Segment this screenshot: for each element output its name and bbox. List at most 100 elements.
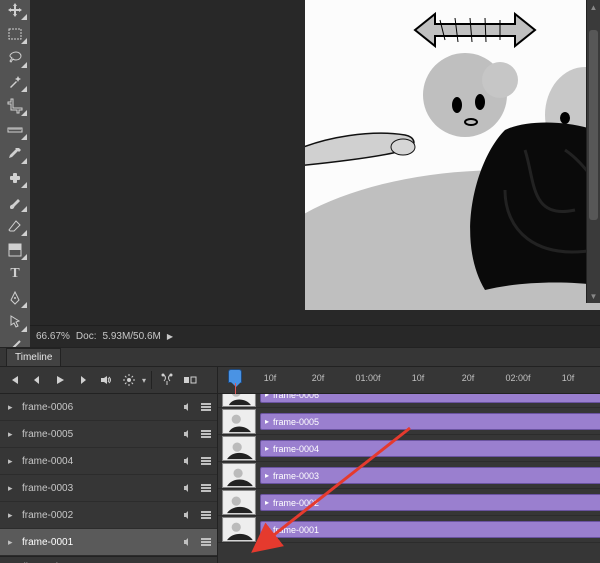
timeline-clip[interactable]: ▸ frame-0004	[260, 440, 600, 457]
layer-row[interactable]: ▸ frame-0005	[0, 421, 217, 448]
transition-button[interactable]	[180, 370, 200, 390]
direct-select-tool[interactable]	[5, 314, 25, 330]
canvas-viewport[interactable]: ▲ ▼	[30, 0, 600, 325]
type-tool[interactable]: T	[5, 266, 25, 282]
ruler-tick: 20f	[312, 373, 325, 383]
settings-button[interactable]	[119, 370, 139, 390]
wand-tool[interactable]	[5, 74, 25, 90]
layer-name: frame-0002	[22, 510, 177, 521]
lasso-tool[interactable]	[5, 50, 25, 66]
chevron-right-icon[interactable]: ▸	[8, 429, 18, 440]
playhead[interactable]	[228, 369, 242, 383]
layer-name: frame-0003	[22, 483, 177, 494]
audio-icon[interactable]	[181, 427, 195, 441]
time-ruler[interactable]: 10f 20f 01:00f 10f 20f 02:00f 10f 20f	[218, 367, 600, 393]
timeline-clip[interactable]: ▸ frame-0003	[260, 467, 600, 484]
clip-thumbnail	[222, 409, 256, 434]
clip-thumbnail	[222, 517, 256, 542]
clip-thumbnail	[222, 490, 256, 515]
clip-thumbnail	[222, 436, 256, 461]
layer-menu-icon[interactable]	[199, 427, 213, 441]
timeline-clip[interactable]: ▸frame-0002	[260, 494, 600, 511]
move-tool[interactable]	[5, 2, 25, 18]
layer-row[interactable]: ▸ frame-0006	[0, 394, 217, 421]
prev-frame-button[interactable]	[27, 370, 47, 390]
timeline-panel: Timeline ▾ 10f 20f 01:00f 10f	[0, 347, 600, 563]
timeline-clip[interactable]: ▸ frame-0005	[260, 413, 600, 430]
timeline-tracks[interactable]: ▸frame-0006 ▸frame-0005 ▸frame-0004 ▸fra…	[218, 394, 600, 563]
chevron-down-icon[interactable]: ▾	[142, 376, 146, 385]
layer-row[interactable]: ▸ frame-0001	[0, 529, 217, 556]
timeline-controls: ▾ 10f 20f 01:00f 10f 20f 02:00f 10f 20f	[0, 366, 600, 394]
chevron-right-icon[interactable]: ▸	[8, 456, 18, 467]
layer-menu-icon[interactable]	[199, 535, 213, 549]
clip-label: frame-0004	[273, 444, 319, 454]
zoom-level[interactable]: 66.67%	[36, 331, 70, 342]
chevron-right-icon[interactable]: ▸	[8, 483, 18, 494]
clip-thumbnail	[222, 394, 256, 407]
marquee-tool[interactable]	[5, 26, 25, 42]
artwork	[305, 0, 600, 310]
layer-name: frame-0006	[22, 402, 177, 413]
layer-row[interactable]: ▸ frame-0003	[0, 475, 217, 502]
chevron-right-icon[interactable]: ▸	[8, 537, 18, 548]
layer-name: frame-0004	[22, 456, 177, 467]
clip-label: frame-0003	[273, 471, 319, 481]
fill-tool[interactable]	[5, 242, 25, 258]
eraser-tool[interactable]	[5, 218, 25, 234]
timeline-layer-list: ▸ frame-0006 ▸ frame-0005 ▸ frame-0004	[0, 394, 218, 563]
clip-label: frame-0005	[273, 417, 319, 427]
eyedropper-tool[interactable]	[5, 146, 25, 162]
layer-row[interactable]: ▸ frame-0002	[0, 502, 217, 529]
brush-tool[interactable]	[5, 194, 25, 210]
doc-size: 5.93M/50.6M	[102, 331, 160, 342]
layer-menu-icon[interactable]	[199, 400, 213, 414]
clip-label: frame-0002	[273, 498, 319, 508]
next-frame-button[interactable]	[73, 370, 93, 390]
split-button[interactable]	[157, 370, 177, 390]
layer-menu-icon[interactable]	[199, 481, 213, 495]
chevron-right-icon: ▸	[265, 417, 269, 426]
pen-tool[interactable]	[5, 290, 25, 306]
audio-icon[interactable]	[181, 508, 195, 522]
layer-row[interactable]: ▸ frame-0004	[0, 448, 217, 475]
ruler-tool[interactable]	[5, 122, 25, 138]
ruler-tick: 10f	[562, 373, 575, 383]
chevron-right-icon[interactable]: ▶	[167, 332, 173, 341]
layer-name: frame-0001	[22, 537, 177, 548]
crop-tool[interactable]	[5, 98, 25, 114]
play-button[interactable]	[50, 370, 70, 390]
layer-menu-icon[interactable]	[199, 454, 213, 468]
clip-label: frame-0006	[273, 394, 319, 400]
go-to-start-button[interactable]	[4, 370, 24, 390]
layer-name: frame-0005	[22, 429, 177, 440]
chevron-right-icon: ▸	[265, 444, 269, 453]
audio-icon[interactable]	[181, 535, 195, 549]
chevron-right-icon[interactable]: ▸	[8, 510, 18, 521]
scroll-down-arrow-icon[interactable]: ▼	[587, 289, 600, 303]
audio-icon[interactable]	[181, 400, 195, 414]
tab-timeline[interactable]: Timeline	[6, 348, 61, 366]
canvas-area: ▲ ▼ 66.67% Doc: 5.93M/50.6M ▶	[30, 0, 600, 347]
timeline-clip[interactable]: ▸ frame-0006	[260, 394, 600, 403]
scroll-up-arrow-icon[interactable]: ▲	[587, 0, 600, 14]
chevron-right-icon: ▸	[265, 394, 269, 399]
audio-icon[interactable]	[181, 454, 195, 468]
ruler-tick: 01:00f	[355, 373, 380, 383]
audio-track-row[interactable]: Audio Track ♫ ▾	[0, 556, 217, 563]
panel-tabs: Timeline	[0, 348, 600, 366]
audio-icon[interactable]	[181, 481, 195, 495]
clip-label: frame-0001	[273, 525, 319, 535]
canvas-scrollbar-vertical[interactable]: ▲ ▼	[586, 0, 600, 303]
chevron-right-icon[interactable]: ▸	[8, 402, 18, 413]
timeline-clip[interactable]: ▸ frame-0001	[260, 521, 600, 538]
clip-thumbnail	[222, 463, 256, 488]
heal-tool[interactable]	[5, 170, 25, 186]
scrollbar-thumb[interactable]	[589, 30, 598, 220]
chevron-right-icon: ▸	[265, 525, 269, 534]
chevron-right-icon: ▸	[265, 471, 269, 480]
doc-label: Doc:	[76, 331, 97, 342]
layer-menu-icon[interactable]	[199, 508, 213, 522]
ruler-tick: 10f	[264, 373, 277, 383]
mute-button[interactable]	[96, 370, 116, 390]
